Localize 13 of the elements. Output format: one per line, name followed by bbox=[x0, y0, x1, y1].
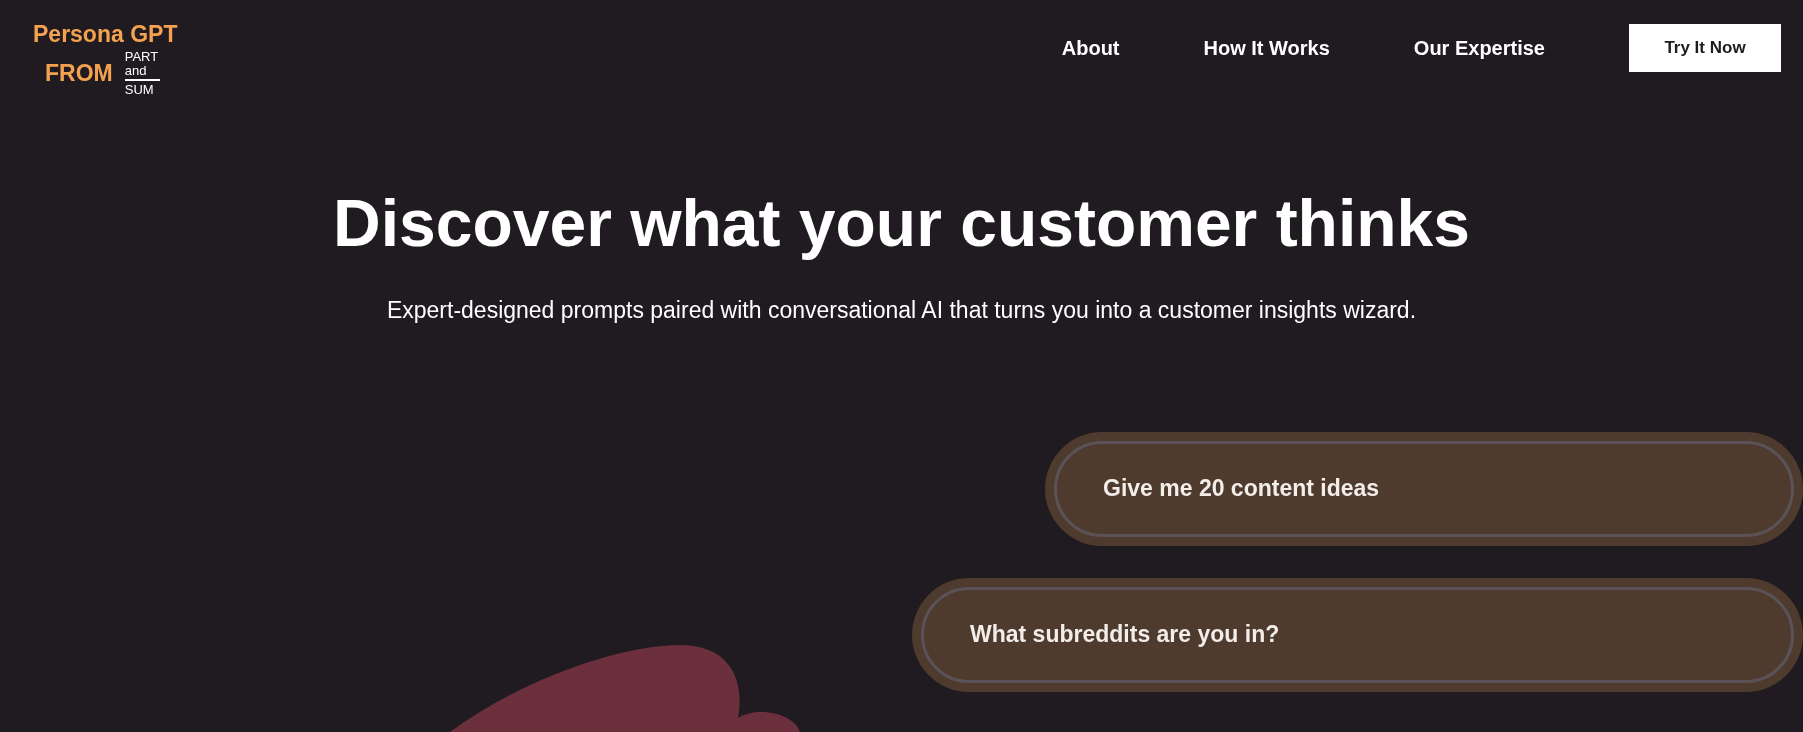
prompt-bubble[interactable]: Give me 20 content ideas bbox=[1045, 431, 1803, 546]
nav-link[interactable]: About bbox=[1061, 33, 1120, 63]
logo-title: Persona GPT bbox=[33, 20, 178, 48]
logo-from: FROM bbox=[45, 59, 113, 89]
nav-link[interactable]: Our Expertise bbox=[1413, 33, 1545, 63]
brand-text: PART bbox=[124, 50, 159, 64]
hero-headline: Discover what your customer thinks bbox=[332, 185, 1471, 261]
try-it-now-button[interactable]: Try It Now bbox=[1629, 24, 1781, 72]
brand-text: and bbox=[124, 64, 161, 81]
prompt-bubble[interactable]: What subreddits are you in? bbox=[912, 577, 1803, 692]
nav-link[interactable]: How It Works bbox=[1203, 33, 1330, 63]
brand-text: SUM bbox=[124, 83, 154, 97]
hero-subtitle: Expert-designed prompts paired with conversational AI that turns you into a customer insights wizard. bbox=[385, 296, 1418, 325]
